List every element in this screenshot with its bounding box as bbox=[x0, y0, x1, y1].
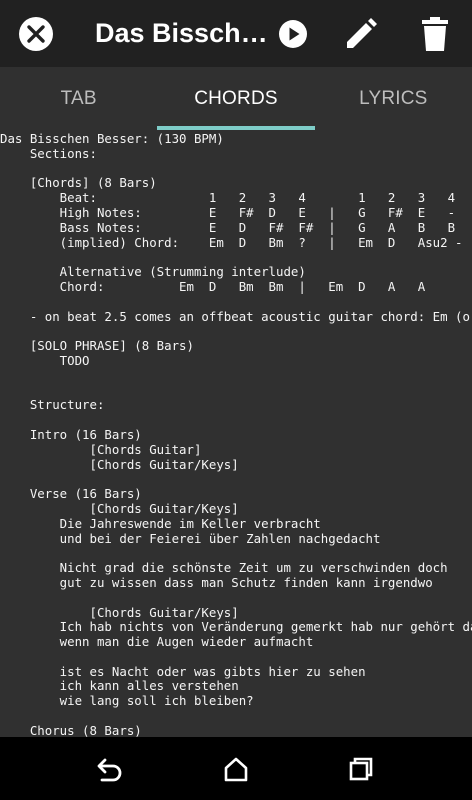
tab-lyrics[interactable]: LYRICS bbox=[315, 67, 472, 130]
pencil-icon bbox=[347, 17, 377, 48]
app-bar: Das Bissch… bbox=[0, 0, 472, 67]
home-button[interactable] bbox=[206, 737, 266, 800]
edit-button[interactable] bbox=[333, 0, 389, 67]
recents-button[interactable] bbox=[331, 737, 391, 800]
play-button[interactable] bbox=[265, 0, 321, 67]
close-button[interactable] bbox=[8, 0, 64, 67]
close-icon bbox=[19, 16, 53, 51]
recents-icon bbox=[349, 757, 373, 780]
tab-tab[interactable]: TAB bbox=[0, 67, 157, 130]
system-nav-bar bbox=[0, 737, 472, 800]
back-icon bbox=[97, 758, 122, 781]
chords-text: Das Bisschen Besser: (130 BPM) Sections:… bbox=[0, 131, 472, 737]
tab-chords[interactable]: CHORDS bbox=[157, 67, 314, 130]
play-icon bbox=[279, 19, 307, 48]
delete-button[interactable] bbox=[407, 0, 463, 67]
tab-bar: TAB CHORDS LYRICS bbox=[0, 67, 472, 130]
chords-content[interactable]: Das Bisschen Besser: (130 BPM) Sections:… bbox=[0, 130, 472, 737]
song-title: Das Bissch… bbox=[95, 18, 268, 48]
back-button[interactable] bbox=[80, 737, 140, 800]
home-icon bbox=[224, 757, 248, 781]
trash-icon bbox=[422, 16, 448, 51]
